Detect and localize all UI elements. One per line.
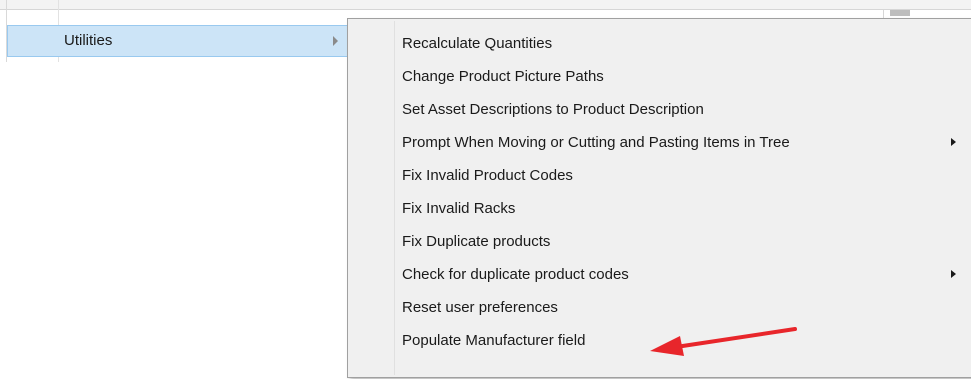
menu-item-label: Fix Invalid Racks: [402, 200, 516, 217]
menu-item-label: Fix Duplicate products: [402, 233, 551, 250]
menu-item-change-product-picture-paths[interactable]: Change Product Picture Paths: [350, 60, 968, 92]
menu-item-prompt-when-moving[interactable]: Prompt When Moving or Cutting and Pastin…: [350, 126, 968, 158]
submenu-arrow-icon: [951, 138, 956, 146]
menu-item-check-duplicate-product-codes[interactable]: Check for duplicate product codes: [350, 258, 968, 290]
menu-item-fix-invalid-racks[interactable]: Fix Invalid Racks: [350, 192, 968, 224]
menu-item-fix-duplicate-products[interactable]: Fix Duplicate products: [350, 225, 968, 257]
window-top-edge: [0, 0, 971, 10]
menu-item-label: Set Asset Descriptions to Product Descri…: [402, 101, 704, 118]
menu-item-label: Check for duplicate product codes: [402, 266, 629, 283]
menu-item-label: Change Product Picture Paths: [402, 68, 604, 85]
submenu-arrow-icon: [951, 270, 956, 278]
menu-item-label: Fix Invalid Product Codes: [402, 167, 573, 184]
menu-item-utilities[interactable]: Utilities: [7, 25, 349, 57]
red-arrow-icon: [650, 327, 797, 356]
menu-item-set-asset-descriptions[interactable]: Set Asset Descriptions to Product Descri…: [350, 93, 968, 125]
submenu-arrow-icon: [333, 36, 338, 46]
menu-item-recalculate-quantities[interactable]: Recalculate Quantities: [350, 27, 968, 59]
menu-item-fix-invalid-product-codes[interactable]: Fix Invalid Product Codes: [350, 159, 968, 191]
menu-item-label: Reset user preferences: [402, 299, 558, 316]
parent-menu: Utilities: [0, 0, 971, 379]
menu-item-label: Recalculate Quantities: [402, 35, 553, 52]
menu-item-label: Prompt When Moving or Cutting and Pastin…: [402, 134, 790, 151]
menu-item-label: Utilities: [64, 32, 113, 49]
menu-screenshot: Utilities Recalculate Quantities Change …: [0, 0, 971, 379]
background-control: [890, 10, 910, 16]
menu-item-reset-user-preferences[interactable]: Reset user preferences: [350, 291, 968, 323]
menu-item-label: Populate Manufacturer field: [402, 332, 586, 349]
